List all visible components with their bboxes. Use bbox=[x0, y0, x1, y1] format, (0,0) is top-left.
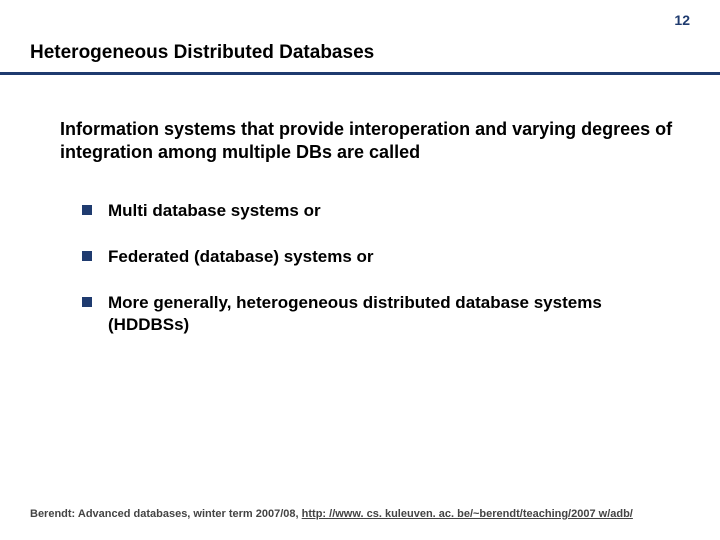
slide: 12 Heterogeneous Distributed Databases I… bbox=[0, 0, 720, 540]
title-rule bbox=[0, 72, 720, 75]
bullet-list: Multi database systems or Federated (dat… bbox=[82, 200, 680, 360]
intro-paragraph: Information systems that provide interop… bbox=[60, 118, 680, 165]
list-item: More generally, heterogeneous distribute… bbox=[82, 292, 680, 336]
slide-title: Heterogeneous Distributed Databases bbox=[30, 42, 374, 64]
list-item: Federated (database) systems or bbox=[82, 246, 680, 268]
footer-link[interactable]: http: //www. cs. kuleuven. ac. be/~beren… bbox=[302, 508, 633, 520]
list-item: Multi database systems or bbox=[82, 200, 680, 222]
footer: Berendt: Advanced databases, winter term… bbox=[30, 508, 700, 520]
footer-prefix: Berendt: Advanced databases, winter term… bbox=[30, 508, 302, 520]
page-number: 12 bbox=[674, 12, 690, 28]
